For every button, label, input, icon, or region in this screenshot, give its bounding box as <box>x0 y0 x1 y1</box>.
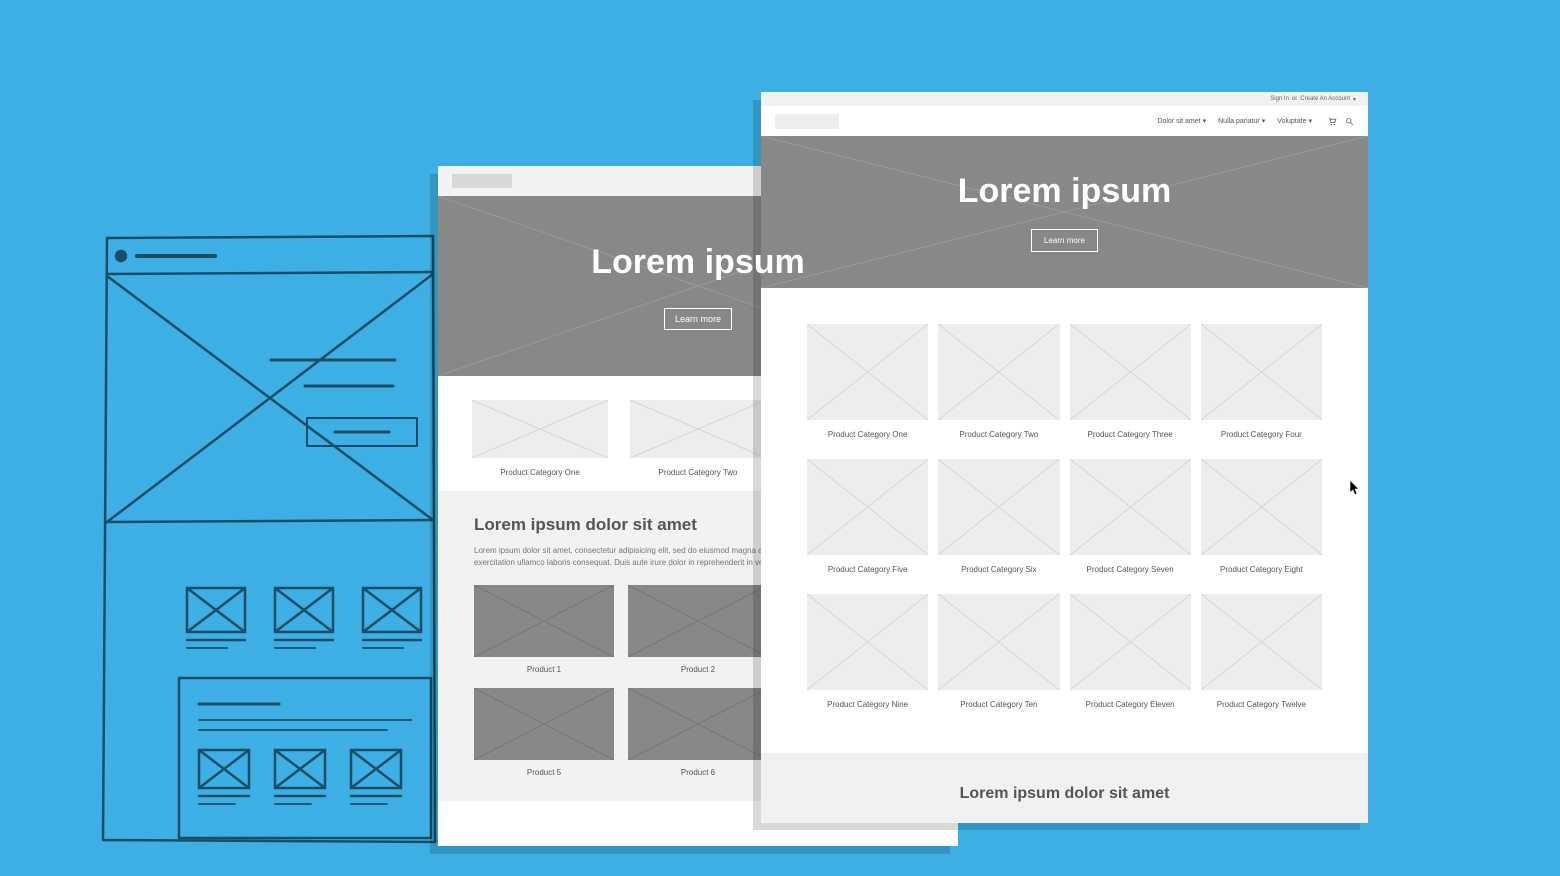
category-card[interactable]: Product Category Four <box>1201 324 1322 439</box>
nav-item[interactable]: Voluptate▾ <box>1277 117 1312 125</box>
category-card[interactable]: Product Category Five <box>807 459 928 574</box>
category-label: Product Category One <box>807 430 928 439</box>
category-card[interactable]: Product Category Six <box>938 459 1059 574</box>
learn-more-button[interactable]: Learn more <box>1031 229 1098 252</box>
placeholder-image <box>628 688 768 760</box>
category-label: Product Category Eleven <box>1070 700 1191 709</box>
category-grid: Product Category One Product Category Tw… <box>761 288 1368 733</box>
category-label: Product Category Eight <box>1201 565 1322 574</box>
category-label: Product Category Three <box>1070 430 1191 439</box>
product-item[interactable]: Product 6 <box>628 688 768 777</box>
placeholder-image <box>472 400 608 458</box>
util-or: or <box>1292 96 1297 102</box>
placeholder-image <box>1070 594 1191 690</box>
nav-bar: Dolor sit amet▾ Nulla pariatur▾ Voluptat… <box>761 106 1368 136</box>
product-label: Product 2 <box>628 665 768 674</box>
category-card[interactable]: Product Category Twelve <box>1201 594 1322 709</box>
category-label: Product Category Four <box>1201 430 1322 439</box>
placeholder-image <box>807 459 928 555</box>
bottom-section: Lorem ipsum dolor sit amet <box>761 753 1368 823</box>
category-label: Product Category Two <box>938 430 1059 439</box>
product-label: Product 5 <box>474 768 614 777</box>
signin-link[interactable]: Sign In <box>1270 96 1289 102</box>
category-label: Product Category Two <box>630 468 766 477</box>
chevron-down-icon: ▾ <box>1353 96 1356 103</box>
placeholder-image <box>1201 324 1322 420</box>
mid-category-item[interactable]: Product Category One <box>472 400 608 477</box>
hi-hero: Lorem ipsum Learn more <box>761 136 1368 288</box>
placeholder-image <box>1201 459 1322 555</box>
product-item[interactable]: Product 2 <box>628 585 768 674</box>
logo-placeholder <box>452 174 512 188</box>
nav-item[interactable]: Nulla pariatur▾ <box>1218 117 1265 125</box>
category-label: Product Category Six <box>938 565 1059 574</box>
category-label: Product Category Nine <box>807 700 928 709</box>
category-card[interactable]: Product Category Eleven <box>1070 594 1191 709</box>
mid-learn-more-button[interactable]: Learn more <box>664 308 732 330</box>
category-card[interactable]: Product Category One <box>807 324 928 439</box>
placeholder-image <box>938 594 1059 690</box>
mid-hero-title: Lorem ipsum <box>591 243 804 282</box>
placeholder-image <box>1070 459 1191 555</box>
category-card[interactable]: Product Category Ten <box>938 594 1059 709</box>
cursor-icon <box>1350 481 1360 495</box>
chevron-down-icon: ▾ <box>1262 117 1266 125</box>
product-label: Product 1 <box>474 665 614 674</box>
create-account-link[interactable]: Create An Account <box>1300 96 1350 102</box>
mid-category-item[interactable]: Product Category Two <box>630 400 766 477</box>
logo-placeholder[interactable] <box>775 114 839 129</box>
placeholder-image <box>1201 594 1322 690</box>
chevron-down-icon: ▾ <box>1203 117 1207 125</box>
product-item[interactable]: Product 5 <box>474 688 614 777</box>
category-card[interactable]: Product Category Eight <box>1201 459 1322 574</box>
placeholder-image <box>474 688 614 760</box>
utility-bar: Sign In or Create An Account ▾ <box>761 92 1368 106</box>
placeholder-image <box>807 324 928 420</box>
category-label: Product Category Seven <box>1070 565 1191 574</box>
hi-hero-title: Lorem ipsum <box>958 172 1171 211</box>
chevron-down-icon: ▾ <box>1308 117 1312 125</box>
placeholder-image <box>1070 324 1191 420</box>
sketch-wireframe <box>95 230 445 850</box>
placeholder-image <box>938 459 1059 555</box>
placeholder-image <box>474 585 614 657</box>
search-icon[interactable] <box>1345 117 1354 126</box>
hi-fidelity-wireframe: Sign In or Create An Account ▾ Dolor sit… <box>761 92 1368 822</box>
category-card[interactable]: Product Category Three <box>1070 324 1191 439</box>
bottom-section-title: Lorem ipsum dolor sit amet <box>807 785 1322 803</box>
nav-right: Dolor sit amet▾ Nulla pariatur▾ Voluptat… <box>1157 117 1354 126</box>
placeholder-image <box>807 594 928 690</box>
product-label: Product 6 <box>628 768 768 777</box>
category-card[interactable]: Product Category Two <box>938 324 1059 439</box>
cart-icon[interactable] <box>1328 117 1337 126</box>
category-card[interactable]: Product Category Nine <box>807 594 928 709</box>
placeholder-image <box>938 324 1059 420</box>
placeholder-image <box>630 400 766 458</box>
nav-item[interactable]: Dolor sit amet▾ <box>1157 117 1206 125</box>
category-label: Product Category Five <box>807 565 928 574</box>
category-card[interactable]: Product Category Seven <box>1070 459 1191 574</box>
category-label: Product Category One <box>472 468 608 477</box>
placeholder-image <box>628 585 768 657</box>
category-label: Product Category Twelve <box>1201 700 1322 709</box>
category-label: Product Category Ten <box>938 700 1059 709</box>
product-item[interactable]: Product 1 <box>474 585 614 674</box>
